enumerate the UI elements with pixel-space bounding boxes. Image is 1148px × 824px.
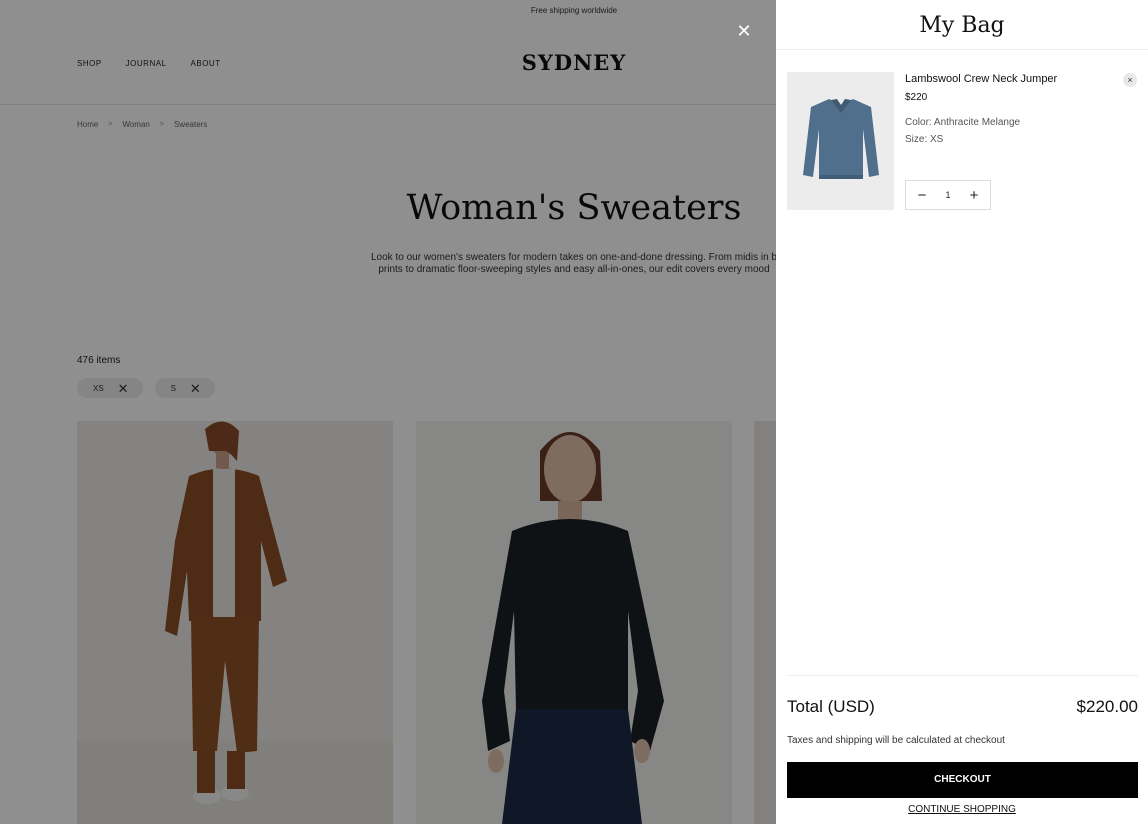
remove-item-icon[interactable]: × bbox=[1123, 73, 1137, 87]
page-overlay[interactable]: ✕ bbox=[0, 0, 776, 824]
jumper-thumbnail bbox=[802, 99, 879, 179]
decrease-quantity-button[interactable]: − bbox=[916, 187, 928, 204]
cart-item-color: Color: Anthracite Melange bbox=[905, 117, 1021, 128]
tax-note: Taxes and shipping will be calculated at… bbox=[787, 735, 1005, 746]
cart-header-divider bbox=[776, 49, 1148, 50]
quantity-stepper: − 1 + bbox=[905, 180, 991, 210]
cart-item-price: $220 bbox=[905, 92, 928, 103]
continue-shopping-link[interactable]: CONTINUE SHOPPING bbox=[776, 804, 1148, 815]
cart-title: My Bag bbox=[919, 13, 1005, 38]
increase-quantity-button[interactable]: + bbox=[968, 187, 980, 204]
quantity-value[interactable]: 1 bbox=[945, 190, 950, 200]
cart-footer-divider bbox=[787, 675, 1138, 676]
checkout-button[interactable]: CHECKOUT bbox=[787, 762, 1138, 798]
total-value: $220.00 bbox=[1076, 697, 1138, 716]
cart-drawer: My Bag Lambswool Crew Neck Jumper $220 C… bbox=[776, 0, 1148, 824]
cart-item-image[interactable] bbox=[787, 72, 894, 210]
cart-item-name[interactable]: Lambswool Crew Neck Jumper bbox=[905, 73, 1057, 85]
close-icon[interactable]: ✕ bbox=[735, 22, 753, 40]
cart-item-size: Size: XS bbox=[905, 134, 944, 145]
total-label: Total (USD) bbox=[787, 697, 875, 716]
